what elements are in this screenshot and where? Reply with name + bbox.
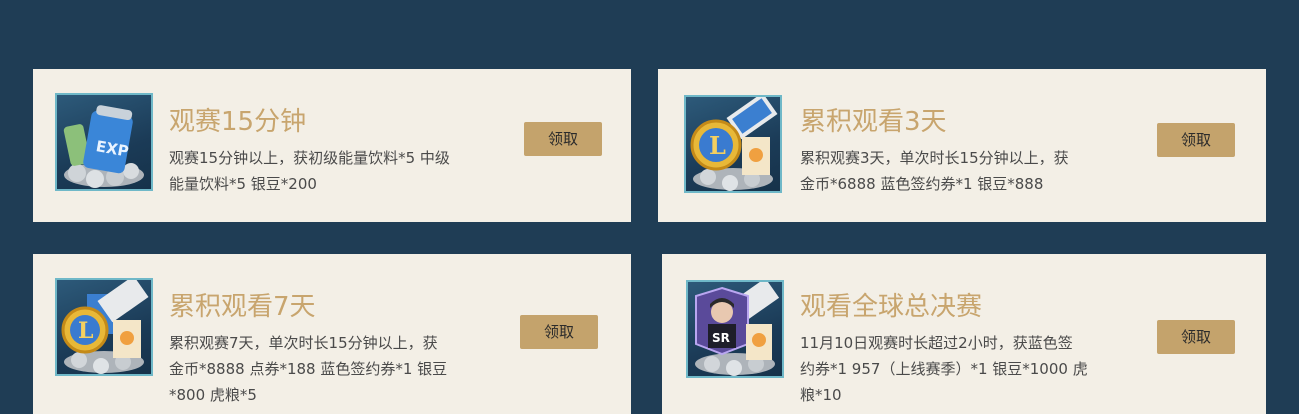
svg-text:L: L bbox=[78, 318, 93, 344]
task-description: 11月10日观赛时长超过2小时，获蓝色签 约券*1 957（上线赛季）*1 银豆… bbox=[800, 334, 1088, 404]
claim-button[interactable]: 领取 bbox=[520, 315, 598, 349]
lol-coin-ticket-icon: L bbox=[55, 278, 153, 376]
task-card-watch-15min: EXP 观赛15分钟 观赛15分钟以上，获初级能量饮料*5 中级 能量饮料*5 … bbox=[33, 69, 631, 222]
svg-text:L: L bbox=[709, 131, 726, 160]
svg-text:SR: SR bbox=[712, 331, 730, 345]
task-description: 观赛15分钟以上，获初级能量饮料*5 中级 能量饮料*5 银豆*200 bbox=[169, 149, 450, 193]
lol-coin-ticket-icon: L bbox=[684, 95, 782, 193]
task-title: 累积观看7天 bbox=[169, 292, 316, 322]
task-description: 累积观赛3天，单次时长15分钟以上，获 金币*6888 蓝色签约券*1 银豆*8… bbox=[800, 149, 1069, 193]
claim-button[interactable]: 领取 bbox=[1157, 123, 1235, 157]
task-description: 累积观赛7天，单次时长15分钟以上，获 金币*8888 点券*188 蓝色签约券… bbox=[169, 334, 448, 404]
task-title: 累积观看3天 bbox=[800, 107, 947, 137]
player-card-ticket-icon: SR bbox=[686, 280, 784, 378]
task-card-world-finals: SR 观看全球总决赛 11月10日观赛时长超过2小时，获蓝色签 约券*1 957… bbox=[662, 254, 1266, 414]
claim-button[interactable]: 领取 bbox=[524, 122, 602, 156]
task-card-watch-3days: L 累积观看3天 累积观赛3天，单次时长15分钟以上，获 金币*6888 蓝色签… bbox=[658, 69, 1266, 222]
claim-button[interactable]: 领取 bbox=[1157, 320, 1235, 354]
task-title: 观看全球总决赛 bbox=[800, 292, 983, 322]
exp-drink-can-icon: EXP bbox=[55, 93, 153, 191]
task-title: 观赛15分钟 bbox=[169, 107, 307, 137]
task-card-watch-7days: L 累积观看7天 累积观赛7天，单次时长15分钟以上，获 金币*8888 点券*… bbox=[33, 254, 631, 414]
